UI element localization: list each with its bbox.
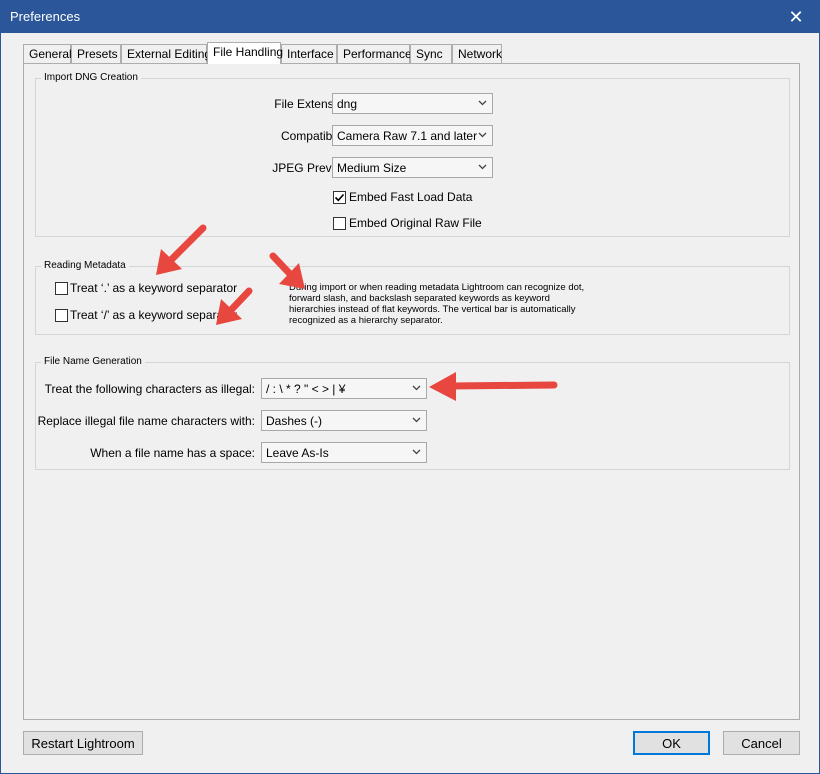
compatibility-select[interactable]: Camera Raw 7.1 and later (332, 125, 493, 146)
help-line: hierarchies instead of flat keywords. Th… (289, 304, 576, 315)
keyword-separator-help: During import or when reading metadata L… (289, 282, 584, 326)
chevron-down-icon (412, 417, 421, 423)
tab-performance[interactable]: Performance (337, 44, 412, 63)
embed-fast-load-label[interactable]: Embed Fast Load Data (349, 190, 472, 204)
ok-button[interactable]: OK (633, 731, 710, 755)
replace-with-select[interactable]: Dashes (-) (261, 410, 427, 431)
compatibility-value: Camera Raw 7.1 and later (337, 129, 478, 143)
file-extension-value: dng (337, 97, 358, 111)
embed-fast-load-checkbox[interactable] (333, 191, 346, 204)
chevron-down-icon (412, 385, 421, 391)
file-name-generation-group: File Name Generation Treat the following… (35, 356, 790, 470)
tab-external-editing[interactable]: External Editing (121, 44, 211, 63)
space-handling-value: Leave As-Is (266, 446, 329, 460)
file-handling-panel: Import DNG Creation File Extension: dng … (23, 63, 800, 720)
chevron-down-icon (478, 164, 487, 170)
tab-interface[interactable]: Interface (281, 44, 337, 63)
help-line: During import or when reading metadata L… (289, 282, 585, 293)
jpeg-preview-value: Medium Size (337, 161, 407, 175)
illegal-chars-value: / : \ * ? " < > | ¥ (266, 382, 346, 396)
import-dng-title: Import DNG Creation (41, 72, 141, 84)
replace-with-label: Replace illegal file name characters wit… (37, 414, 255, 428)
tab-network[interactable]: Network (452, 44, 502, 63)
slash-separator-label[interactable]: Treat ‘/’ as a keyword separator (70, 308, 237, 322)
dot-separator-checkbox[interactable] (55, 282, 68, 295)
jpeg-preview-select[interactable]: Medium Size (332, 157, 493, 178)
embed-original-raw-label[interactable]: Embed Original Raw File (349, 216, 482, 230)
illegal-chars-select[interactable]: / : \ * ? " < > | ¥ (261, 378, 427, 399)
space-handling-select[interactable]: Leave As-Is (261, 442, 427, 463)
embed-original-raw-checkbox[interactable] (333, 217, 346, 230)
chevron-down-icon (478, 100, 487, 106)
close-icon[interactable]: ✕ (773, 1, 819, 33)
slash-separator-checkbox[interactable] (55, 309, 68, 322)
file-name-generation-title: File Name Generation (41, 356, 145, 368)
tab-general[interactable]: General (23, 44, 72, 63)
illegal-chars-label: Treat the following characters as illega… (44, 382, 255, 396)
replace-with-value: Dashes (-) (266, 414, 323, 428)
import-dng-group: Import DNG Creation File Extension: dng … (35, 72, 790, 237)
chevron-down-icon (478, 132, 487, 138)
checkmark-icon (334, 193, 345, 202)
restart-lightroom-button[interactable]: Restart Lightroom (23, 731, 143, 755)
chevron-down-icon (412, 449, 421, 455)
space-handling-label: When a file name has a space: (90, 446, 255, 460)
preferences-dialog: Preferences ✕ General Presets External E… (0, 0, 820, 774)
dot-separator-label[interactable]: Treat ‘.’ as a keyword separator (70, 281, 237, 295)
reading-metadata-title: Reading Metadata (41, 260, 129, 272)
window-title: Preferences (10, 9, 81, 24)
tab-file-handling[interactable]: File Handling (207, 42, 283, 64)
tab-presets[interactable]: Presets (71, 44, 121, 63)
help-line: forward slash, and backslash separated k… (289, 293, 550, 304)
cancel-button[interactable]: Cancel (723, 731, 800, 755)
reading-metadata-group: Reading Metadata Treat ‘.’ as a keyword … (35, 260, 790, 335)
file-extension-select[interactable]: dng (332, 93, 493, 114)
help-line: recognized as a hierarchy separator. (289, 315, 443, 326)
tab-sync[interactable]: Sync (410, 44, 452, 63)
title-bar: Preferences ✕ (1, 1, 819, 33)
